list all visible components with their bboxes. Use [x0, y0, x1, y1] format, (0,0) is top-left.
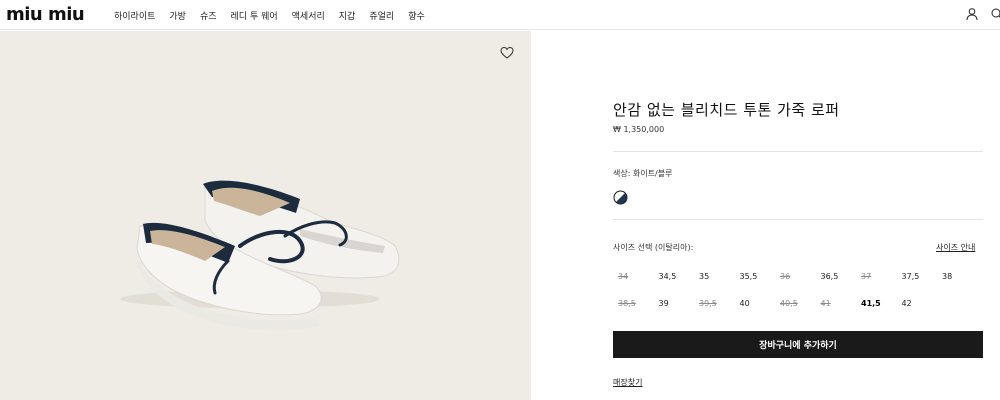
size-option[interactable]: 39: [654, 298, 695, 310]
add-to-cart-button[interactable]: 장바구니에 추가하기: [613, 331, 983, 358]
product-image-panel: [0, 31, 531, 400]
color-row: 색상: 화이트/블루: [613, 168, 672, 179]
size-option[interactable]: 34: [613, 271, 654, 283]
heart-icon[interactable]: [500, 46, 514, 60]
site-header: miu miu 하이라이트 가방 슈즈 레디 투 웨어 액세서리 지갑 쥬얼리 …: [0, 0, 1000, 30]
product-price: ₩ 1,350,000: [613, 125, 665, 134]
color-label: 색상:: [613, 169, 631, 178]
divider: [613, 151, 983, 152]
main-nav: 하이라이트 가방 슈즈 레디 투 웨어 액세서리 지갑 쥬얼리 향수: [114, 0, 425, 30]
size-option[interactable]: 36: [775, 271, 816, 283]
divider: [613, 219, 983, 220]
search-icon[interactable]: [990, 7, 1000, 21]
size-option[interactable]: 37,5: [897, 271, 938, 283]
user-icon[interactable]: [965, 7, 979, 21]
size-guide-link[interactable]: 사이즈 안내: [936, 242, 975, 253]
nav-item-ready-to-wear[interactable]: 레디 투 웨어: [231, 9, 278, 22]
size-option[interactable]: 38: [937, 271, 978, 283]
store-locator-link[interactable]: 매장찾기: [613, 377, 642, 388]
size-option[interactable]: 40: [735, 298, 776, 310]
size-option[interactable]: 39,5: [694, 298, 735, 310]
product-image: [120, 180, 400, 331]
size-option[interactable]: 35,5: [735, 271, 776, 283]
product-title: 안감 없는 블리치드 투톤 가죽 로퍼: [613, 101, 840, 119]
size-grid: 34 34,5 35 35,5 36 36,5 37 37,5 38 38,5 39 39,5 40 40…: [613, 271, 983, 310]
nav-item-wallets[interactable]: 지갑: [339, 9, 356, 22]
nav-item-fragrance[interactable]: 향수: [408, 9, 425, 22]
nav-item-jewellery[interactable]: 쥬얼리: [369, 9, 394, 22]
color-value: 화이트/블루: [632, 169, 673, 178]
brand-logo[interactable]: miu miu: [6, 4, 100, 24]
logo-text: miu miu: [6, 4, 84, 24]
product-details: 안감 없는 블리치드 투톤 가죽 로퍼 ₩ 1,350,000 색상: 화이트/…: [531, 31, 1000, 400]
size-label: 사이즈 선택 (이탈리아):: [613, 243, 694, 252]
nav-item-accessories[interactable]: 액세서리: [292, 9, 325, 22]
size-option[interactable]: 38,5: [613, 298, 654, 310]
nav-item-bags[interactable]: 가방: [169, 9, 186, 22]
size-option[interactable]: 41: [816, 298, 857, 310]
size-option[interactable]: 37: [856, 271, 897, 283]
size-option[interactable]: 35: [694, 271, 735, 283]
size-option[interactable]: 42: [897, 298, 938, 310]
nav-item-highlights[interactable]: 하이라이트: [114, 9, 155, 22]
color-swatch[interactable]: [613, 190, 628, 205]
nav-item-shoes[interactable]: 슈즈: [200, 9, 217, 22]
size-option[interactable]: 41,5: [856, 298, 897, 310]
size-option[interactable]: 34,5: [654, 271, 695, 283]
size-option[interactable]: 36,5: [816, 271, 857, 283]
size-option[interactable]: 40,5: [775, 298, 816, 310]
